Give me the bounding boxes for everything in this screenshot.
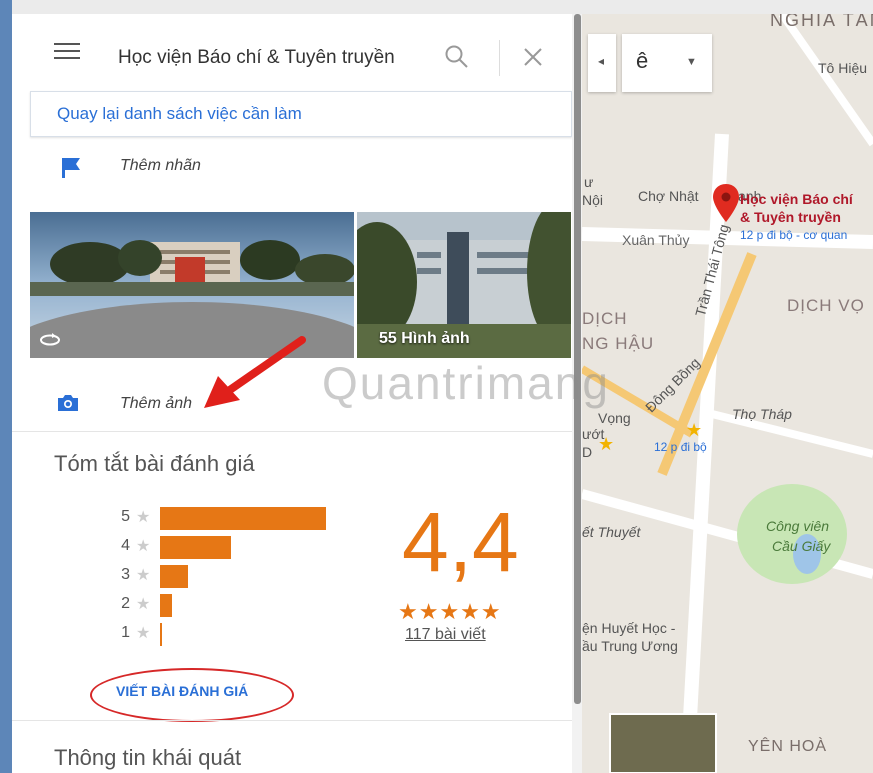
search-input[interactable]: Học viện Báo chí & Tuyên truyền — [118, 47, 395, 69]
star-icon: ★ — [598, 434, 615, 454]
window-top-frame — [0, 0, 873, 14]
rating-stars-icon: ★★★★★ — [398, 599, 502, 624]
map-label: Thọ Tháp — [732, 406, 792, 422]
map-layer-value: ê — [636, 48, 649, 73]
flag-icon — [62, 158, 80, 178]
rating-row-label: 5 — [121, 508, 130, 525]
map-view[interactable]: ◂ ê ▼ NGHĨA TÂN Tô Hiệu ư Nội Chợ Nhật a… — [582, 14, 873, 773]
map-label: Chợ Nhật — [638, 188, 699, 204]
menu-icon[interactable] — [54, 41, 80, 61]
add-photo-link[interactable]: Thêm ảnh — [120, 395, 192, 413]
search-divider — [499, 40, 500, 76]
rotate-360-icon — [40, 333, 60, 346]
window-left-frame — [0, 0, 12, 773]
red-arrow-annotation — [204, 336, 306, 408]
map-label: ện Huyết Học - — [582, 620, 676, 636]
map-label: YÊN HOÀ — [748, 738, 828, 755]
search-icon[interactable] — [444, 44, 470, 70]
rating-row-label: 2 — [121, 595, 130, 612]
average-rating: 4,4 — [402, 495, 519, 589]
rating-bar — [160, 623, 162, 646]
map-layer-select[interactable]: ê ▼ — [622, 34, 712, 92]
back-to-list-link[interactable]: Quay lại danh sách việc cần làm — [57, 104, 302, 124]
rating-bar — [160, 507, 326, 530]
map-label: NG HẬU — [582, 334, 655, 353]
rating-row: 2 ★ — [116, 595, 186, 617]
map-label: DỊCH VỌ — [787, 296, 865, 315]
star-icon: ★ — [136, 509, 151, 526]
map-label: ư — [584, 174, 594, 190]
map-label: DỊCH — [582, 309, 628, 328]
watermark: Quantrimang — [322, 357, 610, 409]
star-icon: ★ — [686, 420, 703, 440]
poi-walk-time: 12 p đi bộ - cơ quan — [740, 228, 848, 242]
star-icon: ★ — [136, 538, 151, 555]
rating-row-label: 1 — [121, 624, 130, 641]
star-icon: ★ — [136, 567, 151, 584]
walk-time-label: 12 p đi bộ — [654, 440, 707, 454]
write-review-button[interactable]: VIẾT BÀI ĐÁNH GIÁ — [116, 683, 248, 699]
photos-thumbnail[interactable]: 55 Hình ảnh — [357, 212, 571, 358]
map-label: D — [582, 444, 593, 460]
map-label: Xuân Thủy — [622, 232, 690, 248]
map-label: ầu Trung Ương — [582, 638, 678, 654]
map-label: Nội — [582, 192, 604, 208]
poi-name-line2[interactable]: & Tuyên truyền — [740, 208, 841, 226]
star-icon: ★ — [136, 625, 151, 642]
rating-row-label: 4 — [121, 537, 130, 554]
rating-row-label: 3 — [121, 566, 130, 583]
poi-name-line1[interactable]: Học viện Báo chí — [740, 190, 853, 208]
review-count-link[interactable]: 117 bài viết — [405, 626, 486, 644]
review-summary-title: Tóm tắt bài đánh giá — [54, 451, 255, 476]
map-label: Cầu Giấy — [772, 538, 831, 554]
map-label: Công viên — [766, 518, 830, 534]
photo-count-label: 55 Hình ảnh — [379, 330, 470, 347]
rating-bar — [160, 594, 172, 617]
back-to-list-box: Quay lại danh sách việc cần làm — [30, 91, 572, 137]
chevron-down-icon: ▼ — [686, 56, 697, 68]
camera-icon[interactable] — [56, 391, 80, 415]
rating-bar — [160, 536, 231, 559]
map-label: Tô Hiệu — [818, 60, 868, 76]
overview-title: Thông tin khái quát — [54, 745, 242, 770]
add-label-link[interactable]: Thêm nhãn — [120, 157, 201, 175]
rating-row: 1 ★ — [116, 624, 186, 646]
divider — [12, 431, 582, 432]
location-pin-icon[interactable] — [713, 184, 739, 224]
map-collapse-button[interactable]: ◂ — [588, 34, 616, 92]
rating-bar — [160, 565, 188, 588]
star-icon: ★ — [136, 596, 151, 613]
map-label: NGHĨA TÂN — [770, 14, 873, 30]
map-label: ết Thuyết — [582, 524, 641, 540]
map-label: Vọng — [598, 410, 631, 426]
close-icon[interactable] — [520, 44, 546, 70]
divider — [12, 720, 582, 721]
